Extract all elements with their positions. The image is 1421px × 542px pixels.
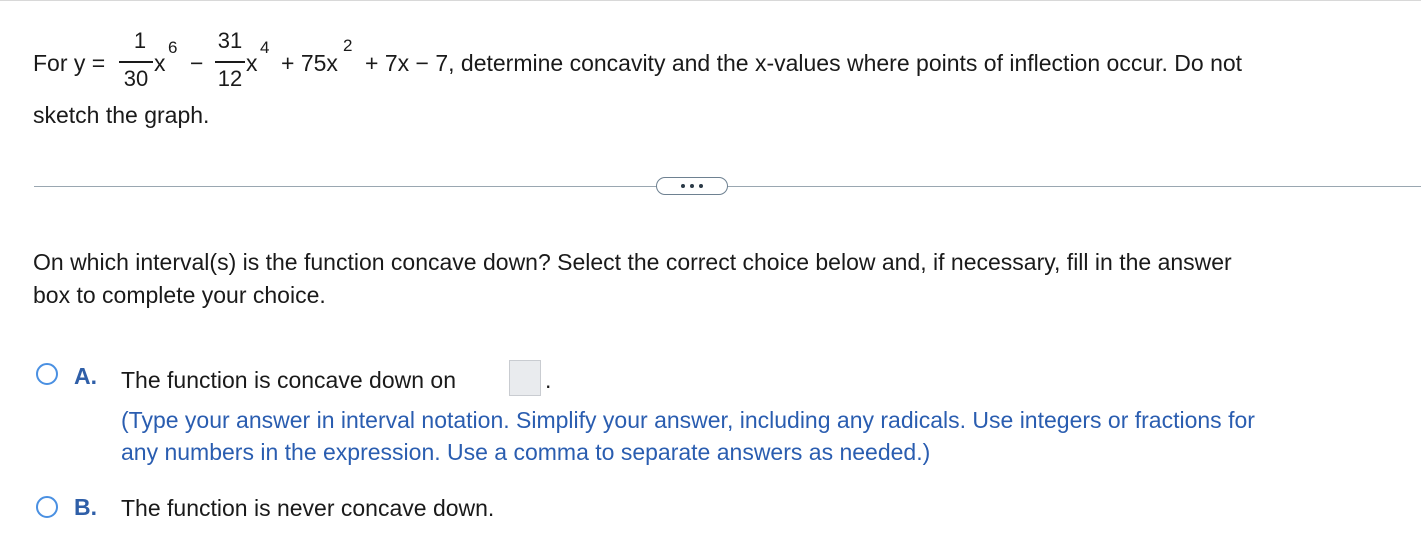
fraction-1-numerator: 1 xyxy=(133,28,147,53)
choice-a-text: The function is concave down on xyxy=(121,367,456,393)
more-dot xyxy=(681,184,685,188)
question-rest: + 7x − 7, determine concavity and the x-… xyxy=(365,50,1243,76)
fraction-1-denominator: 30 xyxy=(123,66,149,91)
question-line-2: sketch the graph. xyxy=(33,102,210,128)
variable-x-2: x xyxy=(246,50,258,76)
choice-a-period: . xyxy=(545,367,552,393)
term-75x: + 75x xyxy=(281,50,338,76)
fraction-2-bar xyxy=(215,61,245,63)
interval-answer-input[interactable] xyxy=(509,360,541,396)
minus-sign: − xyxy=(190,50,204,76)
choice-b-text: The function is never concave down. xyxy=(121,495,495,521)
choice-a-radio[interactable] xyxy=(36,363,58,385)
subquestion-line-2: box to complete your choice. xyxy=(33,282,326,308)
exponent-2: 2 xyxy=(343,36,353,55)
subquestion-line-1: On which interval(s) is the function con… xyxy=(33,249,1232,275)
show-more-button[interactable] xyxy=(656,177,728,195)
choice-a-letter: A. xyxy=(74,363,97,389)
more-dot xyxy=(699,184,703,188)
variable-x-1: x xyxy=(154,50,166,76)
exponent-6: 6 xyxy=(168,38,178,57)
more-dot xyxy=(690,184,694,188)
top-border xyxy=(0,0,1421,1)
question-prefix: For y = xyxy=(33,50,106,76)
fraction-2-denominator: 12 xyxy=(217,66,243,91)
choice-a-hint-line-1: (Type your answer in interval notation. … xyxy=(121,407,1255,433)
choice-b-radio[interactable] xyxy=(36,496,58,518)
fraction-2-numerator: 31 xyxy=(217,28,243,53)
fraction-1-bar xyxy=(119,61,153,63)
exponent-4: 4 xyxy=(260,38,270,57)
choice-b-letter: B. xyxy=(74,494,97,520)
choice-a-hint-line-2: any numbers in the expression. Use a com… xyxy=(121,439,931,465)
